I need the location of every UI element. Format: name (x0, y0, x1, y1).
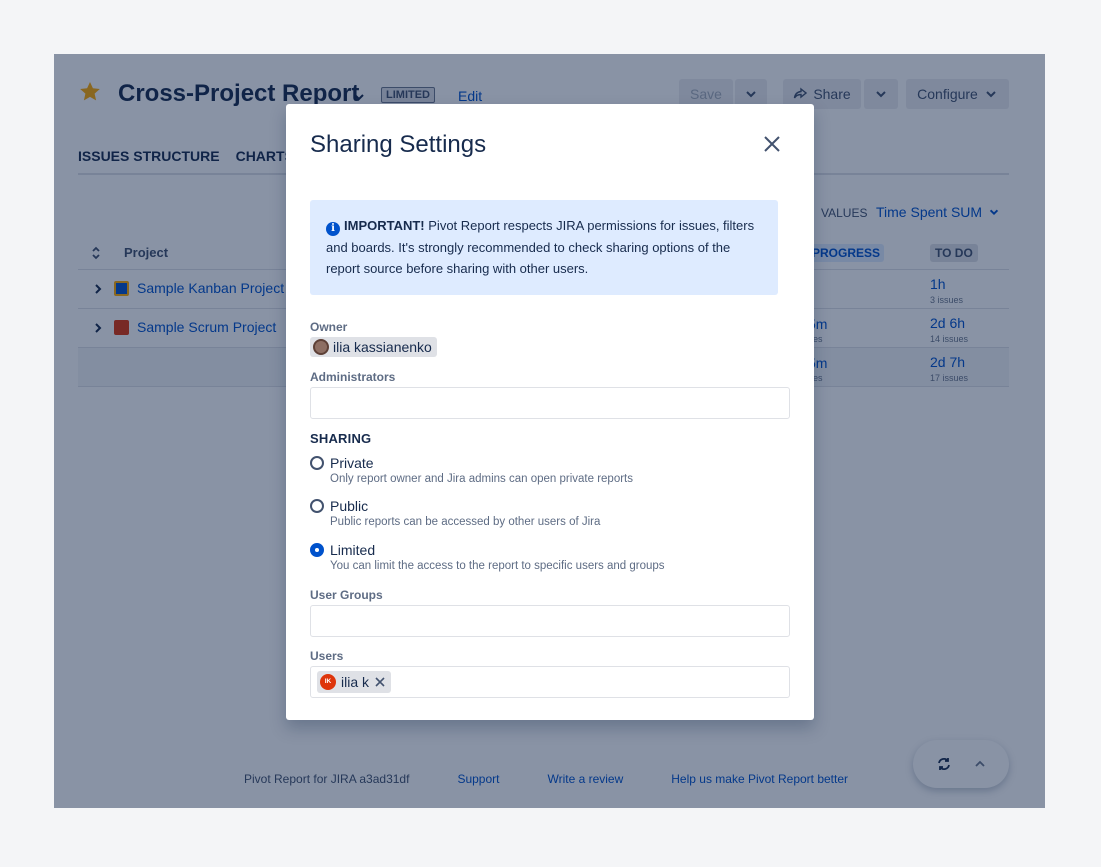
radio-public-desc: Public reports can be accessed by other … (330, 516, 601, 528)
user-chip-name: ilia k (341, 674, 370, 690)
dialog-title: Sharing Settings (310, 131, 487, 158)
users-input[interactable]: IK ilia k (310, 666, 790, 698)
info-banner: i IMPORTANT! Pivot Report respects JIRA p… (310, 200, 778, 295)
info-icon: i (326, 222, 340, 236)
users-label: Users (310, 649, 344, 663)
sharing-settings-dialog: Sharing Settings i IMPORTANT! Pivot Repor… (286, 104, 814, 720)
radio-private-desc: Only report owner and Jira admins can op… (330, 473, 633, 485)
user-groups-input[interactable] (310, 605, 790, 637)
remove-icon[interactable] (374, 676, 386, 688)
avatar: IK (320, 674, 336, 690)
radio-limited[interactable] (310, 543, 324, 557)
radio-public[interactable] (310, 499, 324, 513)
owner-chip: ilia kassianenko (310, 337, 437, 357)
sharing-section-title: SHARING (310, 431, 372, 446)
owner-label: Owner (310, 320, 348, 334)
user-chip: IK ilia k (317, 671, 392, 693)
owner-name: ilia kassianenko (333, 339, 432, 355)
info-strong: IMPORTANT! (344, 218, 425, 233)
administrators-input[interactable] (310, 387, 790, 419)
radio-limited-label[interactable]: Limited (330, 542, 375, 558)
close-icon[interactable] (762, 134, 782, 154)
radio-public-label[interactable]: Public (330, 498, 368, 514)
radio-limited-desc: You can limit the access to the report t… (330, 560, 665, 572)
user-groups-label: User Groups (310, 588, 383, 602)
radio-private-label[interactable]: Private (330, 455, 374, 471)
avatar (313, 339, 329, 355)
administrators-label: Administrators (310, 370, 396, 384)
radio-private[interactable] (310, 456, 324, 470)
